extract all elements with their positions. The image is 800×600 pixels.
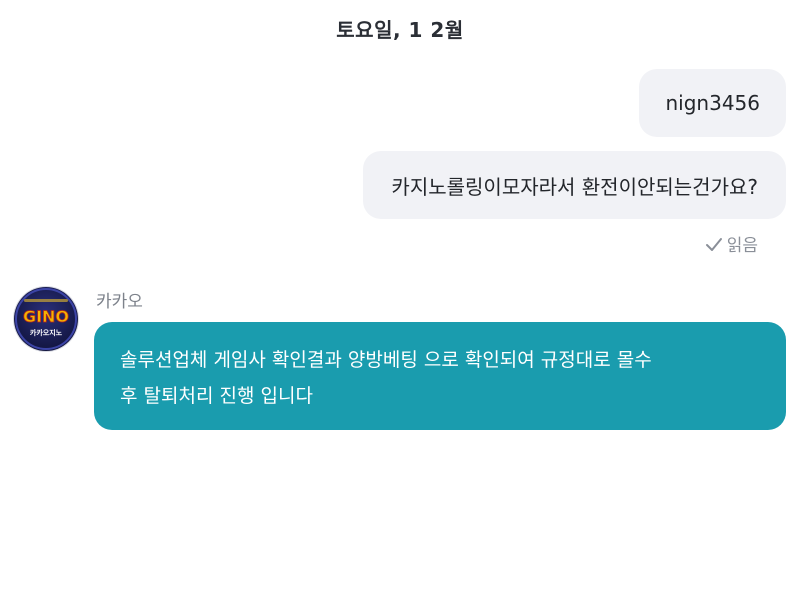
- check-icon: [705, 237, 722, 251]
- sender-name: 카카오: [96, 292, 143, 312]
- chat-screen: 토요일, 1 2월 nign3456 카지노롤링이모자라서 환전이안되는건가요?…: [0, 0, 800, 600]
- gino-logo: GINO 카카오지노: [15, 288, 77, 350]
- message-line: 솔루션업체 게임사 확인결과 양방베팅 으로 확인되여 규정대로 몰수: [120, 349, 652, 371]
- read-receipt: 읽음: [705, 231, 758, 256]
- outgoing-message[interactable]: nign3456: [639, 69, 786, 137]
- date-header: 토요일, 1 2월: [336, 18, 464, 42]
- message-line: 후 탈퇴처리 진행 입니다: [120, 385, 313, 407]
- avatar[interactable]: GINO 카카오지노: [14, 287, 78, 351]
- logo-text: GINO: [23, 307, 69, 326]
- message-text: 카지노롤링이모자라서 환전이안되는건가요?: [391, 174, 758, 199]
- message-text: nign3456: [665, 91, 760, 115]
- logo-subtext: 카카오지노: [30, 328, 63, 337]
- outgoing-message[interactable]: 카지노롤링이모자라서 환전이안되는건가요?: [363, 151, 786, 219]
- incoming-message[interactable]: 솔루션업체 게임사 확인결과 양방베팅 으로 확인되여 규정대로 몰수 후 탈퇴…: [94, 322, 786, 430]
- read-receipt-label: 읽음: [726, 236, 758, 256]
